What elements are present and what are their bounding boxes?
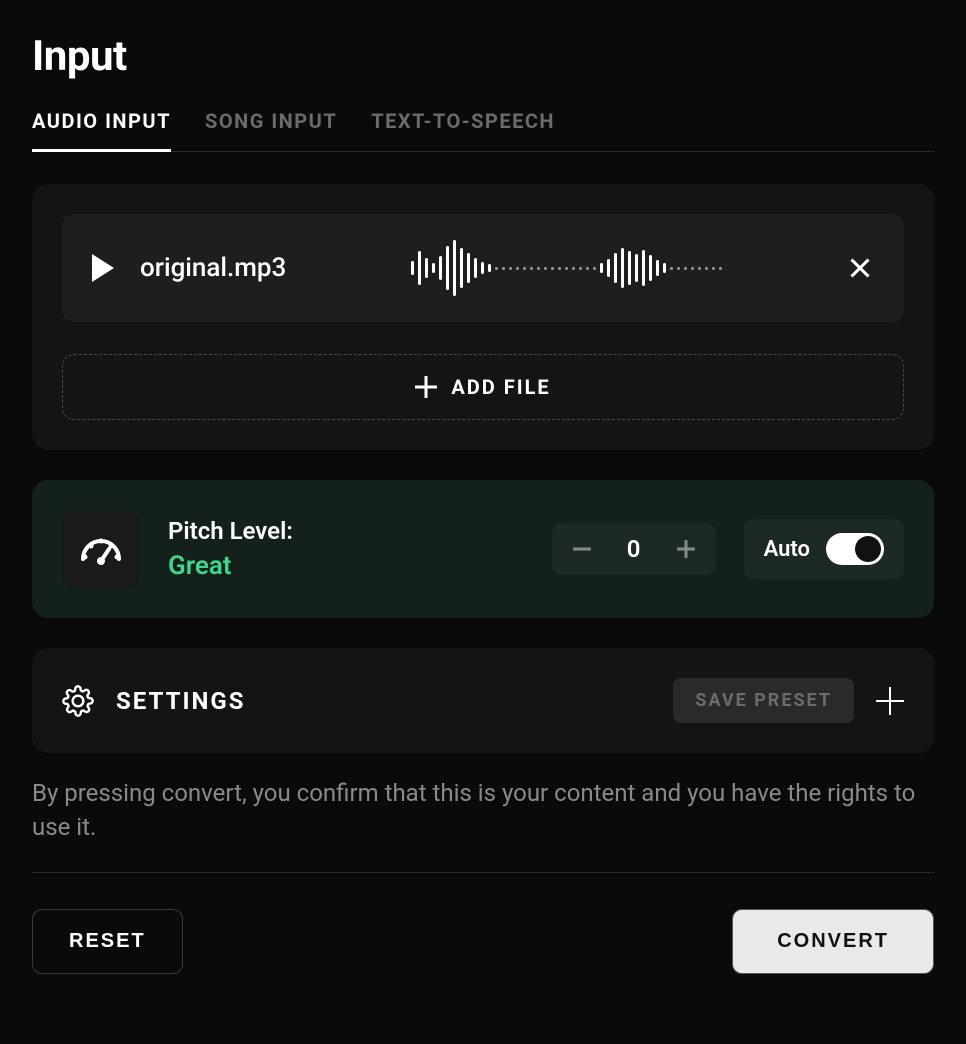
file-card: original.mp3 (32, 184, 934, 450)
page-title: Input (32, 32, 934, 81)
plus-icon (415, 376, 437, 398)
pitch-value: 0 (624, 535, 644, 563)
gear-icon (62, 685, 94, 717)
pitch-card: Pitch Level: Great 0 Auto (32, 480, 934, 618)
tab-text-to-speech[interactable]: TEXT-TO-SPEECH (371, 109, 555, 152)
tab-song-input[interactable]: SONG INPUT (205, 109, 337, 152)
settings-title: SETTINGS (116, 687, 651, 715)
file-row: original.mp3 (62, 214, 904, 322)
reset-button[interactable]: RESET (32, 909, 183, 974)
tabs: AUDIO INPUT SONG INPUT TEXT-TO-SPEECH (32, 109, 934, 152)
auto-box: Auto (744, 519, 904, 579)
pitch-minus-button[interactable] (570, 537, 594, 561)
save-preset-button[interactable]: SAVE PRESET (673, 678, 854, 723)
disclaimer-text: By pressing convert, you confirm that th… (32, 777, 934, 844)
pitch-label: Pitch Level: (168, 517, 524, 545)
remove-file-icon[interactable] (846, 254, 874, 282)
play-icon[interactable] (92, 254, 114, 282)
convert-button[interactable]: CONVERT (732, 909, 934, 974)
auto-toggle[interactable] (826, 533, 884, 565)
pitch-status: Great (168, 551, 524, 581)
auto-label: Auto (764, 537, 810, 562)
gauge-icon (62, 510, 140, 588)
add-file-button[interactable]: ADD FILE (62, 354, 904, 420)
expand-settings-icon[interactable] (876, 687, 904, 715)
file-name: original.mp3 (140, 253, 286, 283)
pitch-stepper: 0 (552, 523, 716, 575)
waveform (312, 240, 820, 296)
settings-card: SETTINGS SAVE PRESET (32, 648, 934, 753)
add-file-label: ADD FILE (451, 375, 550, 399)
footer: RESET CONVERT (32, 872, 934, 974)
tab-audio-input[interactable]: AUDIO INPUT (32, 109, 171, 152)
pitch-plus-button[interactable] (674, 537, 698, 561)
pitch-text: Pitch Level: Great (168, 517, 524, 581)
